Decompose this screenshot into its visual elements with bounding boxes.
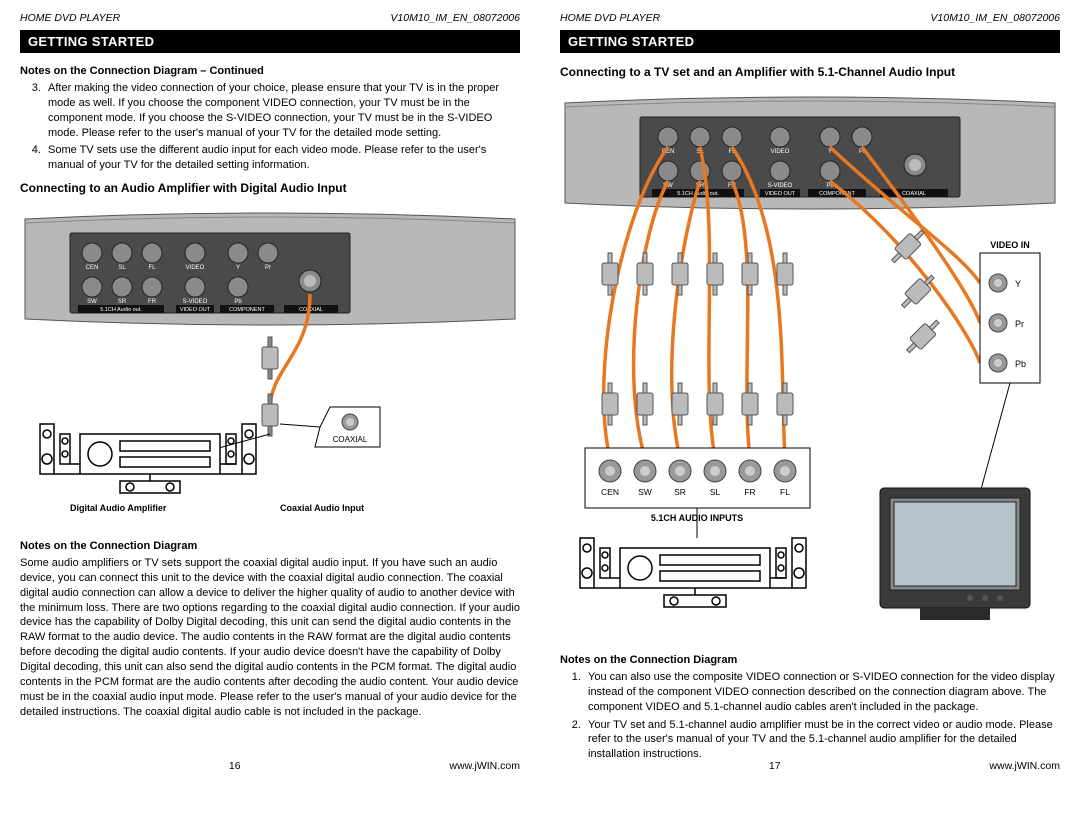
label-fr: FR <box>148 299 157 305</box>
page-header: HOME DVD PLAYER V10M10_IM_EN_08072006 <box>20 12 520 24</box>
label-coaxial: COAXIAL <box>299 307 323 313</box>
page-number: 17 <box>769 760 781 772</box>
svg-text:S-VIDEO: S-VIDEO <box>768 183 793 189</box>
notes-continued-title: Notes on the Connection Diagram – Contin… <box>20 65 520 77</box>
label-fl: FL <box>148 265 156 271</box>
label-cen: CEN <box>86 265 99 271</box>
page-header: HOME DVD PLAYER V10M10_IM_EN_08072006 <box>560 12 1060 24</box>
rca-connector-icon <box>262 337 278 379</box>
page-right: HOME DVD PLAYER V10M10_IM_EN_08072006 GE… <box>540 0 1080 780</box>
page-left: HOME DVD PLAYER V10M10_IM_EN_08072006 GE… <box>0 0 540 780</box>
label-video: VIDEO <box>186 265 205 271</box>
coaxial-input-label: Coaxial Audio Input <box>280 503 364 513</box>
svg-text:FL: FL <box>780 487 790 497</box>
label-pb: Pb <box>234 299 242 305</box>
svg-text:CEN: CEN <box>601 487 619 497</box>
notes-list-right: You can also use the composite VIDEO con… <box>560 670 1060 762</box>
svg-text:FR: FR <box>744 487 755 497</box>
coaxial-callout-text: COAXIAL <box>333 435 368 444</box>
footer-url: www.jWIN.com <box>449 760 520 772</box>
label-y: Y <box>236 265 240 271</box>
fiveone-diagram: CEN SL FL VIDEO Y Pr SW SR FR S-VIDEO Pb <box>560 93 1060 633</box>
digital-audio-diagram: CEN SL FL VIDEO Y Pr SW SR FR S-VIDEO Pb <box>20 209 520 519</box>
label-sr: SR <box>118 299 127 305</box>
connect-digital-title: Connecting to an Audio Amplifier with Di… <box>20 181 520 195</box>
svg-text:Y: Y <box>1015 279 1021 289</box>
connect-51-title: Connecting to a TV set and an Amplifier … <box>560 65 1060 79</box>
note1: You can also use the composite VIDEO con… <box>584 670 1060 715</box>
svg-text:SR: SR <box>674 487 686 497</box>
svg-text:Pb: Pb <box>1015 359 1026 369</box>
header-docid: V10M10_IM_EN_08072006 <box>930 12 1060 24</box>
svg-text:VIDEO: VIDEO <box>771 149 790 155</box>
page-footer: 17 www.jWIN.com <box>540 760 1080 772</box>
label-videoout: VIDEO OUT <box>180 307 211 313</box>
notes-continued-list: After making the video connection of you… <box>20 81 520 173</box>
label-svideo: S-VIDEO <box>183 299 208 305</box>
label-component: COMPONENT <box>229 307 265 313</box>
svg-text:SL: SL <box>710 487 721 497</box>
header-product: HOME DVD PLAYER <box>560 12 660 24</box>
page-footer: 16 www.jWIN.com <box>0 760 540 772</box>
note2: Your TV set and 5.1-channel audio amplif… <box>584 718 1060 763</box>
section-title-bar: GETTING STARTED <box>20 30 520 53</box>
rca-connector-icon <box>262 394 278 436</box>
label-sl: SL <box>118 265 126 271</box>
svg-text:COAXIAL: COAXIAL <box>902 191 926 197</box>
svg-text:VIDEO OUT: VIDEO OUT <box>765 191 796 197</box>
page-number: 16 <box>229 760 241 772</box>
header-docid: V10M10_IM_EN_08072006 <box>390 12 520 24</box>
video-in-title: VIDEO IN <box>990 240 1030 250</box>
notes-conn-title-r: Notes on the Connection Diagram <box>560 654 1060 666</box>
digital-amp-label: Digital Audio Amplifier <box>70 503 167 513</box>
footer-url: www.jWIN.com <box>989 760 1060 772</box>
label-sw: SW <box>87 299 97 305</box>
coaxial-callout: COAXIAL <box>280 407 380 447</box>
svg-text:Pr: Pr <box>1015 319 1024 329</box>
tv-icon <box>880 488 1030 620</box>
label-pr: Pr <box>265 265 271 271</box>
label-51ch-out: 5.1CH Audio out. <box>100 307 142 313</box>
svg-text:SW: SW <box>638 487 652 497</box>
rca-connector-icon <box>602 383 793 425</box>
rca-connector-icon <box>602 253 793 295</box>
header-product: HOME DVD PLAYER <box>20 12 120 24</box>
notes-conn-body: Some audio amplifiers or TV sets support… <box>20 556 520 719</box>
notes-conn-title: Notes on the Connection Diagram <box>20 540 520 552</box>
section-title-bar: GETTING STARTED <box>560 30 1060 53</box>
note-item-4: Some TV sets use the different audio inp… <box>44 143 520 173</box>
note-item-3: After making the video connection of you… <box>44 81 520 140</box>
